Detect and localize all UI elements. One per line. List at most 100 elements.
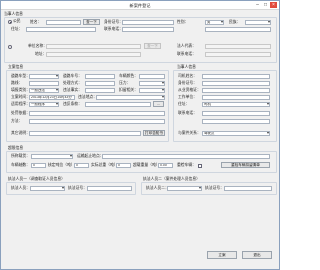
handler-extra-input[interactable] [202,119,270,124]
workplace-label: 工作单位： [178,95,197,99]
category-select[interactable]: 一般违法 [29,88,59,93]
minimize-button[interactable]: – [254,2,261,8]
window-title: 新案件登记 [129,3,151,8]
relation-select[interactable]: 驾驶员 [202,131,270,136]
register-button[interactable]: 立案 [207,251,237,259]
category-label: 填报类别： [11,88,30,92]
title-bar: 新案件登记 – □ × [1,1,279,10]
officer-a-name-select[interactable] [30,186,65,191]
vehicle-type-select[interactable] [29,74,59,79]
handler-address-label: 住址： [178,102,190,106]
plate-input[interactable] [85,74,115,79]
other-input[interactable] [29,131,141,136]
pressure-label: 压力： [119,81,131,85]
officer-b-card-label: 执法证号： [205,186,224,190]
maximize-button[interactable]: □ [262,2,269,8]
axle-input[interactable]: 0 [31,163,46,168]
vehicle-color-label: 车辆颜色： [119,74,138,78]
detain-select[interactable] [139,88,165,93]
phone-label: 联系电话： [104,27,123,31]
case-registration-window: 新案件登记 – □ × 当事人信息 公民 姓名： 查一下 身份证号： 性别： 男… [0,0,280,270]
id-number-input[interactable] [122,20,174,25]
address-label: 住址： [11,27,23,31]
legal-rep-input[interactable] [205,44,271,49]
record-time-label: 立案时间： [11,95,30,99]
axle-label: 车辆轴数： [11,163,30,167]
start-end-input[interactable] [102,154,270,159]
method-input[interactable] [29,119,165,124]
unit-lookup-button[interactable]: 查一下 [144,43,161,49]
lookup-button[interactable]: 查一下 [83,19,100,25]
violation-input[interactable] [85,88,115,93]
law-label: 违反条款： [63,102,82,106]
address-input[interactable] [26,27,96,32]
actual-input[interactable]: 0 [116,163,131,168]
unit-phone-label: 联系电话： [177,52,196,56]
unit-name-input[interactable] [46,44,141,49]
pressure-select[interactable] [139,81,165,86]
method-label: 方法： [11,119,23,123]
unit-radio[interactable] [8,45,12,49]
goods-label: 所称载货： [11,154,30,158]
check-label: 重检车辆： [177,163,196,167]
name-input[interactable] [46,20,81,25]
driver-name-input[interactable] [202,74,270,79]
license-input[interactable] [202,88,270,93]
license-label: 从业资格证： [178,88,201,92]
unit-phone-input[interactable] [205,52,271,57]
close-button[interactable]: × [270,2,277,8]
law-input[interactable] [85,102,151,107]
contact-input[interactable] [205,27,271,32]
citizen-radio-label: 公民 [13,19,21,23]
plate-label: 道路车号： [63,74,82,78]
procedure-select[interactable]: 一般程序 [29,102,59,107]
driver-name-label: 司机姓名： [178,74,197,78]
officer-a-card-label: 执法证号： [68,186,87,190]
handler-address-select[interactable]: 司机 [202,102,270,107]
officer-b-name-label: 执法人员二： [146,186,169,190]
ethnicity-label: 民族： [229,20,241,24]
goods-select[interactable] [31,154,73,159]
over-input[interactable]: 0.00 [158,163,173,168]
cancel-button[interactable]: 退出 [242,251,272,259]
vehicle-type-label: 道路车型： [11,74,30,78]
place-label: 违法地点： [78,95,97,99]
driver-id-label: 身份证号： [178,81,197,85]
record-time-input[interactable]: 2013年12月23日14时43分 [29,95,75,100]
place-select[interactable] [96,95,165,100]
citizen-radio[interactable] [8,20,12,24]
phone-input[interactable] [122,27,174,32]
handler-phone-label: 联系电话： [178,111,197,115]
unit-name-label: 单位名称： [28,44,47,48]
workplace-input[interactable] [202,95,270,100]
handler-phone-input[interactable] [202,111,270,116]
handling-label: 处理方式： [63,81,82,85]
handling-input[interactable] [85,81,115,86]
route-label: 路线： [11,81,23,85]
print-notice-button[interactable]: 打印告知书 [143,130,165,136]
officer-a-name-label: 执法人员： [11,186,30,190]
gender-select[interactable]: 男 [205,20,224,25]
unit-address-input[interactable] [46,52,141,57]
gender-label: 性别： [177,20,189,24]
detention-list-button[interactable]: 重检车辆扣留清单 [221,162,270,168]
penalty-input[interactable] [29,111,165,116]
legal-rep-label: 法人代表： [177,44,196,48]
rated-input[interactable]: 0 [74,163,89,168]
name-label: 姓名： [30,20,42,24]
driver-id-input[interactable] [202,81,270,86]
route-input[interactable] [29,81,59,86]
officer-a-card-input[interactable] [87,186,132,191]
check-checkbox[interactable] [198,164,202,168]
unit-address-label: 地址： [35,52,47,56]
officer-b-card-input[interactable] [224,186,272,191]
detain-label: 扣留相关： [119,88,138,92]
law-more-button[interactable]: ... [153,101,164,107]
other-label: 其它说明： [11,131,30,135]
id-number-label: 身份证号： [104,20,123,24]
officer-b-name-select[interactable] [167,186,202,191]
vehicle-color-input[interactable] [139,74,165,79]
ethnicity-select[interactable] [245,20,271,25]
violation-label: 违法事实： [63,88,82,92]
penalty-label: 处罚依据： [11,111,30,115]
